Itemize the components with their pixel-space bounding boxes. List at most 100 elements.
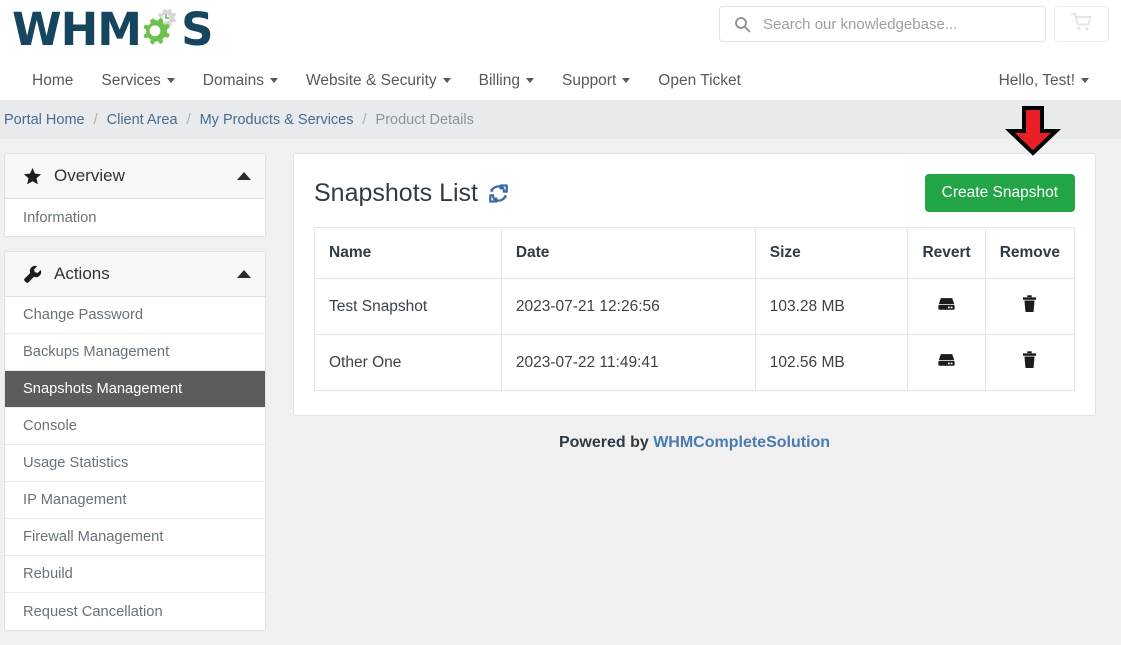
column-header-name: Name bbox=[314, 227, 502, 279]
account-menu-trigger[interactable]: Hello, Test! bbox=[985, 72, 1103, 90]
knowledgebase-search[interactable] bbox=[719, 6, 1046, 42]
chevron-down-icon bbox=[622, 78, 631, 83]
nav-item-support[interactable]: Support bbox=[548, 72, 644, 90]
nav-item-services[interactable]: Services bbox=[87, 72, 188, 90]
breadcrumb-item-client-area[interactable]: Client Area bbox=[107, 112, 178, 128]
shopping-cart-icon bbox=[1070, 12, 1093, 37]
nav-item-label: Open Ticket bbox=[658, 71, 741, 89]
wrench-icon bbox=[23, 265, 42, 284]
sidebar-item-label: Rebuild bbox=[23, 566, 73, 582]
sidebar-item-label: Usage Statistics bbox=[23, 455, 129, 471]
sidebar-item-information[interactable]: Information bbox=[5, 199, 265, 236]
sidebar-item-firewall-management[interactable]: Firewall Management bbox=[5, 519, 265, 556]
sidebar-item-usage-statistics[interactable]: Usage Statistics bbox=[5, 445, 265, 482]
hard-drive-icon[interactable] bbox=[937, 352, 956, 369]
star-icon bbox=[23, 167, 42, 186]
hard-drive-icon[interactable] bbox=[937, 296, 956, 313]
footer-link-whmcompletesolution[interactable]: WHMCompleteSolution bbox=[653, 434, 830, 451]
nav-item-open-ticket[interactable]: Open Ticket bbox=[644, 72, 755, 90]
logo-gear-icon bbox=[139, 7, 183, 51]
chevron-up-icon[interactable] bbox=[237, 172, 251, 180]
sidebar-item-label: Request Cancellation bbox=[23, 603, 163, 620]
nav-item-label: Website & Security bbox=[305, 71, 437, 89]
chevron-up-icon[interactable] bbox=[237, 270, 251, 278]
sidebar-item-snapshots-management[interactable]: Snapshots Management bbox=[5, 371, 265, 408]
sidebar-item-ip-management[interactable]: IP Management bbox=[5, 482, 265, 519]
breadcrumb-item-product-details: Product Details bbox=[375, 112, 474, 128]
nav-item-label: Support bbox=[561, 71, 617, 89]
breadcrumb: Portal Home / Client Area / My Products … bbox=[0, 101, 1121, 139]
sidebar-item-label: Firewall Management bbox=[23, 529, 164, 545]
footer: Powered by WHMCompleteSolution bbox=[293, 416, 1096, 452]
sidebar-item-label: Change Password bbox=[23, 307, 144, 323]
nav-item-home[interactable]: Home bbox=[18, 72, 87, 90]
sidebar-item-change-password[interactable]: Change Password bbox=[5, 297, 265, 334]
nav-item-label: Home bbox=[32, 71, 74, 89]
trash-icon[interactable] bbox=[1022, 295, 1037, 313]
site-header: WHM S bbox=[0, 0, 1121, 60]
sidebar-item-label: Information bbox=[23, 209, 97, 226]
sidebar-item-backups-management[interactable]: Backups Management bbox=[5, 334, 265, 371]
nav-item-label: Billing bbox=[478, 71, 520, 89]
account-menu[interactable]: Hello, Test! bbox=[985, 60, 1103, 101]
sidebar-item-label: Backups Management bbox=[23, 344, 170, 360]
page-title: Snapshots List bbox=[314, 179, 509, 208]
sidebar-panel-overview-header[interactable]: Overview bbox=[5, 154, 265, 199]
cell-remove bbox=[984, 334, 1076, 391]
chevron-down-icon bbox=[1081, 78, 1089, 83]
sidebar-item-request-cancellation[interactable]: Request Cancellation bbox=[5, 593, 265, 630]
sidebar-item-rebuild[interactable]: Rebuild bbox=[5, 556, 265, 593]
nav-item-billing[interactable]: Billing bbox=[465, 72, 548, 90]
sidebar-item-console[interactable]: Console bbox=[5, 408, 265, 445]
chevron-down-icon bbox=[525, 78, 534, 83]
cell-snapshot-name: Other One bbox=[314, 334, 502, 391]
breadcrumb-separator: / bbox=[93, 112, 98, 128]
table-row: Test Snapshot 2023-07-21 12:26:56 103.28… bbox=[314, 278, 1076, 335]
whmcs-logo[interactable]: WHM S bbox=[12, 0, 214, 58]
logo-text-right: S bbox=[181, 2, 213, 56]
snapshots-table-body: Test Snapshot 2023-07-21 12:26:56 103.28… bbox=[314, 278, 1076, 391]
nav-item-domains[interactable]: Domains bbox=[189, 72, 292, 90]
main-navigation: Home Services Domains Website & Security… bbox=[0, 60, 1121, 101]
snapshots-table-head: Name Date Size Revert Remove bbox=[314, 227, 1076, 279]
sidebar-item-label: Snapshots Management bbox=[23, 381, 183, 397]
breadcrumb-item-portal-home[interactable]: Portal Home bbox=[4, 112, 85, 128]
cell-snapshot-size: 102.56 MB bbox=[754, 334, 909, 391]
refresh-sync-icon[interactable] bbox=[488, 183, 509, 204]
logo-wordmark: WHM S bbox=[12, 2, 214, 56]
cell-revert bbox=[907, 278, 986, 335]
chevron-down-icon bbox=[442, 78, 451, 83]
page-title-text: Snapshots List bbox=[314, 178, 478, 207]
snapshots-card: Snapshots List Create Snapshot Name Date… bbox=[293, 106, 1096, 416]
cell-snapshot-date: 2023-07-22 11:49:41 bbox=[500, 334, 756, 391]
search-input[interactable] bbox=[763, 15, 1045, 33]
breadcrumb-item-my-products-services[interactable]: My Products & Services bbox=[200, 112, 354, 128]
snapshots-table: Name Date Size Revert Remove Test Snapsh… bbox=[314, 227, 1076, 391]
main-content: Snapshots List Create Snapshot Name Date… bbox=[266, 106, 1109, 645]
sidebar-panel-actions-title: Actions bbox=[54, 264, 110, 283]
column-header-date: Date bbox=[500, 227, 756, 279]
sidebar-panel-actions-header[interactable]: Actions bbox=[5, 252, 265, 297]
column-header-remove: Remove bbox=[984, 227, 1076, 279]
sidebar-panel-overview: Overview Information bbox=[4, 153, 266, 237]
nav-item-website-security[interactable]: Website & Security bbox=[292, 72, 465, 90]
breadcrumb-separator: / bbox=[362, 112, 367, 128]
cell-snapshot-size: 103.28 MB bbox=[754, 278, 909, 335]
sidebar-item-label: IP Management bbox=[23, 492, 127, 508]
sidebar-item-label: Console bbox=[23, 418, 77, 434]
column-header-revert: Revert bbox=[907, 227, 986, 279]
breadcrumb-separator: / bbox=[186, 112, 191, 128]
nav-item-label: Domains bbox=[202, 71, 264, 89]
table-header-row: Name Date Size Revert Remove bbox=[314, 227, 1076, 279]
shopping-cart-button[interactable] bbox=[1054, 6, 1109, 42]
column-header-size: Size bbox=[754, 227, 909, 279]
create-snapshot-button[interactable]: Create Snapshot bbox=[924, 174, 1075, 212]
cell-snapshot-name: Test Snapshot bbox=[314, 278, 502, 335]
chevron-down-icon bbox=[166, 78, 175, 83]
sidebar-panel-overview-title: Overview bbox=[54, 166, 125, 185]
page-body: Overview Information Actions Change Pass… bbox=[0, 106, 1121, 645]
sidebar: Overview Information Actions Change Pass… bbox=[4, 153, 266, 645]
trash-icon[interactable] bbox=[1022, 351, 1037, 369]
logo-text-left: WHM bbox=[12, 2, 142, 56]
table-row: Other One 2023-07-22 11:49:41 102.56 MB bbox=[314, 334, 1076, 391]
